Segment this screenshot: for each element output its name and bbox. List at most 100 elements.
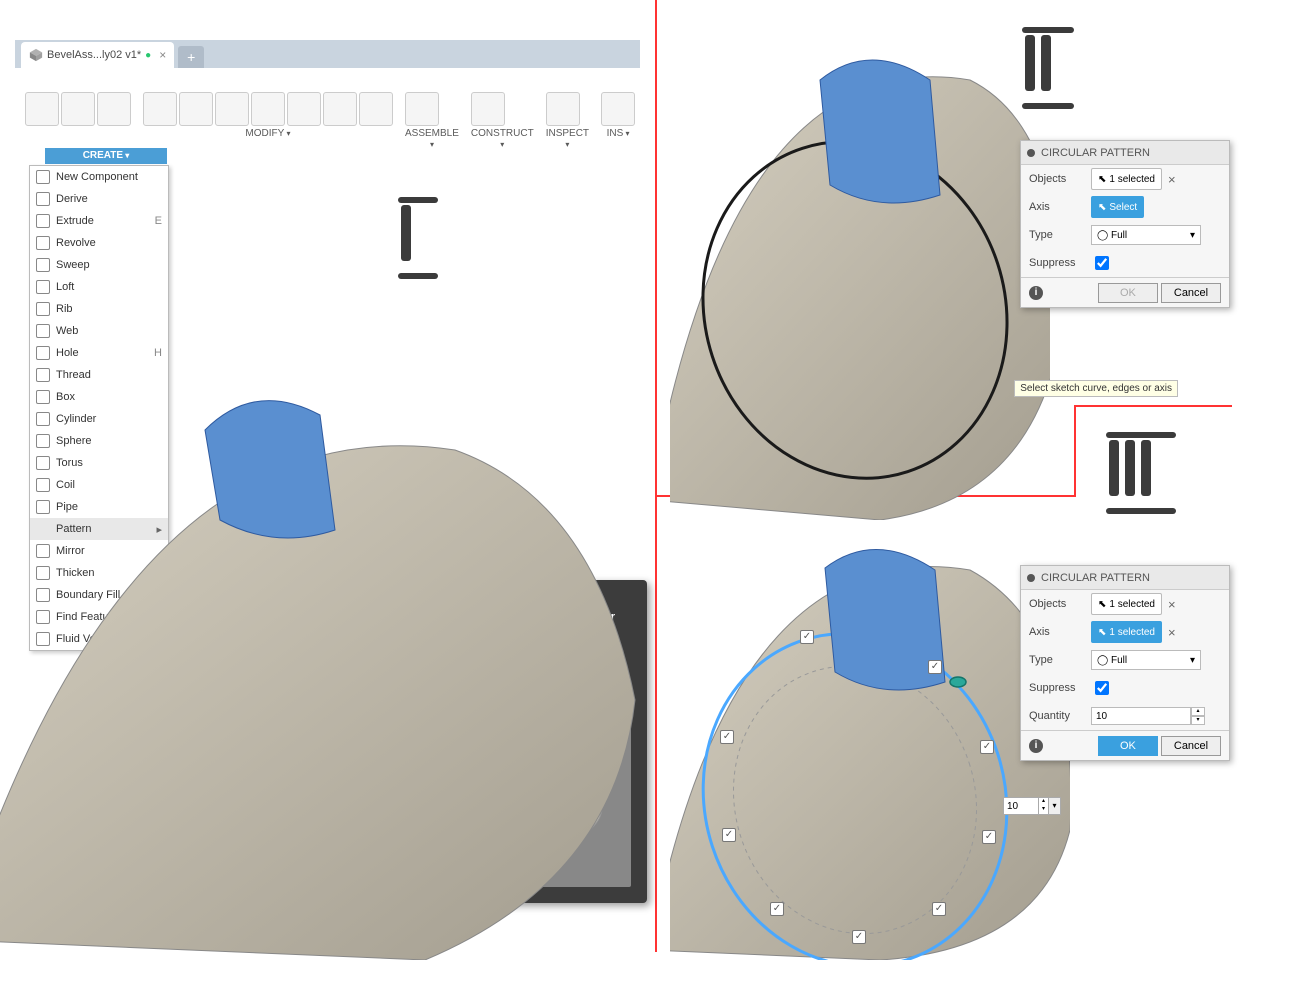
type-label: Type: [1029, 229, 1091, 241]
dropdown-arrow-icon: ▾: [1190, 655, 1195, 666]
quantity-input[interactable]: [1091, 707, 1191, 725]
circular-pattern-dialog: CIRCULAR PATTERN Objects ⬉1 selected × A…: [1020, 140, 1230, 308]
ribbon-group-label[interactable]: INSPECT: [546, 128, 589, 150]
panel-step-1: BevelAss...ly02 v1* ● × +: [15, 40, 640, 960]
ribbon-tool-icon[interactable]: [97, 92, 131, 126]
ribbon-tool-icon[interactable]: [323, 92, 357, 126]
panel-step-2: CIRCULAR PATTERN Objects ⬉1 selected × A…: [670, 0, 1230, 530]
cube-icon: [29, 48, 43, 62]
pattern-instance-checkbox[interactable]: ✓: [770, 902, 784, 916]
collapse-icon[interactable]: [1027, 149, 1035, 157]
dialog-title: CIRCULAR PATTERN: [1041, 572, 1150, 584]
objects-label: Objects: [1029, 598, 1091, 610]
pattern-instance-checkbox[interactable]: ✓: [932, 902, 946, 916]
panel-step-3: ✓ ✓ ✓ ✓ ✓ ✓ ✓ ✓ ✓ CIRCULAR PATTERN Objec…: [670, 530, 1230, 960]
ribbon-tool-icon[interactable]: [251, 92, 285, 126]
type-combobox[interactable]: ◯ Full▾: [1091, 650, 1201, 670]
pointer-icon: ⬉: [1098, 599, 1106, 610]
dialog-titlebar[interactable]: CIRCULAR PATTERN: [1021, 566, 1229, 590]
ribbon-group-label[interactable]: ASSEMBLE: [405, 128, 459, 150]
pattern-instance-checkbox[interactable]: ✓: [980, 740, 994, 754]
menu-item-new-component[interactable]: New Component: [30, 166, 168, 188]
separator-vertical: [655, 0, 657, 952]
info-icon[interactable]: i: [1029, 286, 1043, 300]
ribbon-tool-icon[interactable]: [546, 92, 580, 126]
dialog-title: CIRCULAR PATTERN: [1041, 147, 1150, 159]
pattern-instance-checkbox[interactable]: ✓: [720, 730, 734, 744]
quantity-spinner[interactable]: ▴▾: [1191, 707, 1205, 725]
quantity-float-dropdown[interactable]: ▾: [1048, 798, 1060, 814]
ribbon-tool-icon[interactable]: [61, 92, 95, 126]
menu-item-extrude[interactable]: ExtrudeE: [30, 210, 168, 232]
quantity-label: Quantity: [1029, 710, 1091, 722]
objects-selection-chip[interactable]: ⬉1 selected: [1091, 168, 1162, 190]
quantity-float-field[interactable]: [1004, 798, 1038, 814]
close-tab-button[interactable]: ×: [159, 48, 166, 62]
ribbon-tool-icon[interactable]: [405, 92, 439, 126]
collapse-icon[interactable]: [1027, 574, 1035, 582]
axis-label: Axis: [1029, 626, 1091, 638]
viewport-gear-model-3[interactable]: [670, 530, 1070, 960]
create-dropdown-button[interactable]: CREATE: [45, 148, 167, 164]
ribbon-tool-icon[interactable]: [471, 92, 505, 126]
suppress-checkbox[interactable]: [1095, 681, 1109, 695]
pointer-icon: ⬉: [1098, 202, 1106, 213]
cancel-button[interactable]: Cancel: [1161, 283, 1221, 303]
quantity-float-input[interactable]: ▴▾ ▾: [1003, 797, 1061, 815]
clear-axis-button[interactable]: ×: [1168, 625, 1176, 640]
cancel-button[interactable]: Cancel: [1161, 736, 1221, 756]
selection-prompt: Select sketch curve, edges or axis: [1014, 380, 1178, 397]
ribbon-tool-icon[interactable]: [287, 92, 321, 126]
viewport-gear-model[interactable]: [0, 320, 655, 960]
document-tab-active[interactable]: BevelAss...ly02 v1* ● ×: [21, 42, 174, 68]
pointer-icon: ⬉: [1098, 174, 1106, 185]
menu-item-derive[interactable]: Derive: [30, 188, 168, 210]
ok-button[interactable]: OK: [1098, 736, 1158, 756]
circular-pattern-dialog: CIRCULAR PATTERN Objects ⬉1 selected × A…: [1020, 565, 1230, 761]
ribbon-toolbar: MODIFY ASSEMBLE CONSTRUCT INSPECT: [15, 90, 640, 150]
ribbon-tool-icon[interactable]: [143, 92, 177, 126]
axis-select-chip[interactable]: ⬉Select: [1091, 196, 1144, 218]
pattern-instance-checkbox[interactable]: ✓: [800, 630, 814, 644]
ribbon-group-label[interactable]: CONSTRUCT: [471, 128, 534, 150]
document-tab-bar: BevelAss...ly02 v1* ● × +: [15, 40, 640, 68]
ribbon-tool-icon[interactable]: [215, 92, 249, 126]
full-circle-icon: ◯: [1097, 655, 1108, 666]
menu-item-loft[interactable]: Loft: [30, 276, 168, 298]
menu-item-sweep[interactable]: Sweep: [30, 254, 168, 276]
type-combobox[interactable]: ◯ Full▾: [1091, 225, 1201, 245]
suppress-label: Suppress: [1029, 682, 1091, 694]
dialog-titlebar[interactable]: CIRCULAR PATTERN: [1021, 141, 1229, 165]
dropdown-arrow-icon: ▾: [1190, 230, 1195, 241]
pattern-instance-checkbox[interactable]: ✓: [852, 930, 866, 944]
add-tab-button[interactable]: +: [178, 46, 204, 68]
document-tab-title: BevelAss...ly02 v1*: [47, 49, 141, 61]
menu-item-revolve[interactable]: Revolve: [30, 232, 168, 254]
ribbon-tool-icon[interactable]: [179, 92, 213, 126]
ok-button-disabled: OK: [1098, 283, 1158, 303]
suppress-checkbox[interactable]: [1095, 256, 1109, 270]
objects-selection-chip[interactable]: ⬉1 selected: [1091, 593, 1162, 615]
clear-objects-button[interactable]: ×: [1168, 172, 1176, 187]
ribbon-group-label-cut[interactable]: INS: [601, 128, 635, 139]
menu-item-rib[interactable]: Rib: [30, 298, 168, 320]
axis-selection-chip[interactable]: ⬉1 selected: [1091, 621, 1162, 643]
full-circle-icon: ◯: [1097, 230, 1108, 241]
ribbon-tool-icon[interactable]: [601, 92, 635, 126]
pointer-icon: ⬉: [1098, 627, 1106, 638]
ribbon-tool-icon[interactable]: [359, 92, 393, 126]
quantity-float-spinner[interactable]: ▴▾: [1038, 798, 1048, 814]
suppress-label: Suppress: [1029, 257, 1091, 269]
ribbon-tool-icon[interactable]: [25, 92, 59, 126]
pattern-instance-checkbox[interactable]: ✓: [982, 830, 996, 844]
type-label: Type: [1029, 654, 1091, 666]
axis-label: Axis: [1029, 201, 1091, 213]
clear-objects-button[interactable]: ×: [1168, 597, 1176, 612]
pattern-instance-checkbox[interactable]: ✓: [928, 660, 942, 674]
info-icon[interactable]: i: [1029, 739, 1043, 753]
objects-label: Objects: [1029, 173, 1091, 185]
unsaved-dot-icon: ●: [145, 50, 151, 61]
viewport-gear-model-2[interactable]: [670, 0, 1050, 520]
ribbon-group-label[interactable]: MODIFY: [143, 128, 393, 139]
pattern-instance-checkbox[interactable]: ✓: [722, 828, 736, 842]
